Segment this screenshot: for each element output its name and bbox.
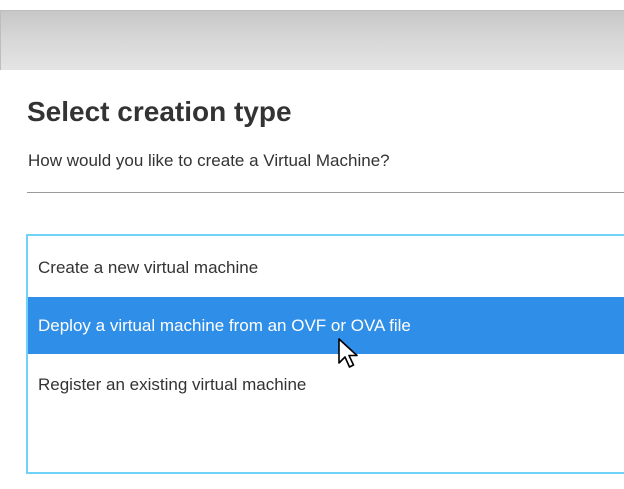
page-subtitle: How would you like to create a Virtual M… — [28, 151, 390, 170]
option-create-new-vm[interactable]: Create a new virtual machine — [28, 239, 624, 296]
wizard-page: Select creation type How would you like … — [0, 0, 624, 489]
option-register-existing-vm[interactable]: Register an existing virtual machine — [28, 356, 624, 413]
option-deploy-ovf-ova[interactable]: Deploy a virtual machine from an OVF or … — [28, 297, 624, 354]
header-divider — [27, 192, 624, 193]
creation-type-list[interactable]: Create a new virtual machine Deploy a vi… — [26, 234, 624, 474]
wizard-header-bar — [0, 10, 624, 70]
page-title: Select creation type — [27, 96, 292, 127]
